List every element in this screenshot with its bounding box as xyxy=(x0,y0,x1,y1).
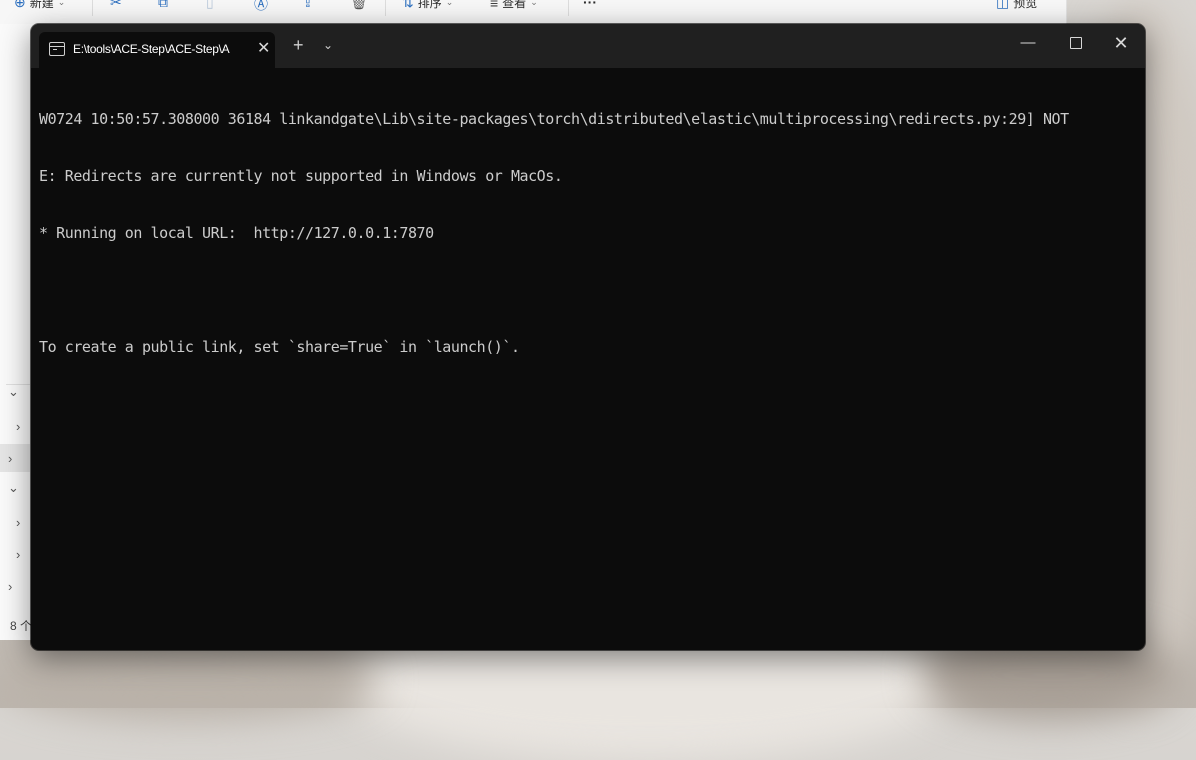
preview-pane-icon: ◫ xyxy=(996,0,1010,10)
nav-expand-chevron-down-icon[interactable]: ⌄ xyxy=(0,378,30,406)
minimize-button[interactable]: — xyxy=(1013,34,1043,51)
toolbar-divider xyxy=(92,0,93,16)
new-label: 新建 xyxy=(29,0,54,10)
share-icon[interactable]: ⇪ xyxy=(302,0,314,11)
rename-icon[interactable]: Ⓐ xyxy=(254,0,268,14)
console-output[interactable]: W0724 10:50:57.308000 36184 linkandgate\… xyxy=(39,72,1135,642)
view-button[interactable]: ≡ 查看 ⌄ xyxy=(490,0,538,11)
tab-dropdown-chevron-down-icon[interactable]: ⌄ xyxy=(323,38,333,52)
chevron-down-icon: ⌄ xyxy=(57,0,66,7)
nav-chevron-right-icon[interactable]: › xyxy=(0,508,30,536)
preview-button[interactable]: ◫ 预览 xyxy=(996,0,1037,11)
delete-icon[interactable]: 🗑 xyxy=(350,0,368,11)
close-window-button[interactable]: ✕ xyxy=(1106,33,1136,54)
view-list-icon: ≡ xyxy=(490,0,499,11)
console-line: To create a public link, set `share=True… xyxy=(39,338,520,356)
console-line: E: Redirects are currently not supported… xyxy=(39,167,563,185)
toolbar-divider xyxy=(568,0,569,16)
navigation-pane: ⌄ › › ⌄ › › › xyxy=(0,24,30,640)
cut-icon[interactable]: ✂ xyxy=(110,0,122,11)
close-tab-icon[interactable]: ✕ xyxy=(257,38,270,58)
copy-icon[interactable]: ⧉ xyxy=(158,0,168,11)
plus-circle-icon: ⊕ xyxy=(14,0,26,10)
new-tab-button[interactable]: + xyxy=(293,36,304,54)
view-label: 查看 xyxy=(502,0,527,10)
chevron-down-icon: ⌄ xyxy=(445,0,454,7)
terminal-tab[interactable]: E:\tools\ACE-Step\ACE-Step\A ✕ xyxy=(39,32,275,68)
terminal-titlebar[interactable]: E:\tools\ACE-Step\ACE-Step\A ✕ + ⌄ — ✕ xyxy=(31,24,1145,68)
background-blur xyxy=(0,640,380,720)
terminal-icon xyxy=(49,42,65,56)
nav-chevron-right-icon[interactable]: › xyxy=(0,572,30,600)
preview-label: 预览 xyxy=(1013,0,1038,10)
nav-expand-chevron-down-icon[interactable]: ⌄ xyxy=(0,474,30,502)
maximize-icon xyxy=(1070,37,1082,49)
more-options-button[interactable]: ··· xyxy=(583,0,597,10)
tab-title: E:\tools\ACE-Step\ACE-Step\A xyxy=(73,42,230,56)
nav-chevron-right-icon[interactable]: › xyxy=(0,540,30,568)
sort-button[interactable]: ⇅ 排序 ⌄ xyxy=(402,0,453,11)
explorer-toolbar: ⊕ 新建 ⌄ ✂ ⧉ ▯ Ⓐ ⇪ 🗑 ⇅ 排序 ⌄ ≡ 查看 ⌄ ··· ◫ 预… xyxy=(0,0,1066,24)
console-line: W0724 10:50:57.308000 36184 linkandgate\… xyxy=(39,110,1069,128)
item-count-status: 8 个 xyxy=(10,619,33,633)
console-line: * Running on local URL: http://127.0.0.1… xyxy=(39,224,434,242)
nav-chevron-right-icon[interactable]: › xyxy=(0,412,30,440)
nav-chevron-right-icon[interactable]: › xyxy=(0,444,30,472)
paste-icon[interactable]: ▯ xyxy=(206,0,214,11)
maximize-button[interactable] xyxy=(1061,34,1091,53)
sort-icon: ⇅ xyxy=(402,0,414,10)
toolbar-divider xyxy=(385,0,386,16)
chevron-down-icon: ⌄ xyxy=(530,0,538,7)
terminal-window: E:\tools\ACE-Step\ACE-Step\A ✕ + ⌄ — ✕ W… xyxy=(31,24,1145,650)
new-button[interactable]: ⊕ 新建 ⌄ xyxy=(14,0,65,11)
sort-label: 排序 xyxy=(417,0,442,10)
